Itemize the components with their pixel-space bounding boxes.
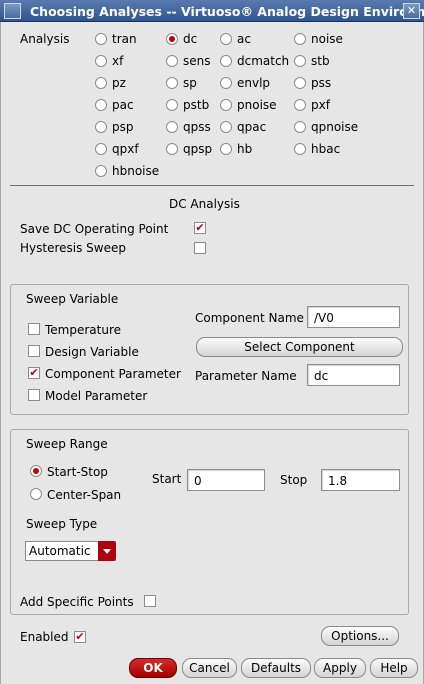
analysis-radio-pxf[interactable] bbox=[294, 99, 306, 111]
options-button[interactable]: Options... bbox=[321, 626, 399, 646]
analysis-label-noise: noise bbox=[311, 32, 343, 46]
design-variable-label: Design Variable bbox=[45, 345, 139, 359]
analysis-label-envlp: envlp bbox=[237, 76, 271, 90]
analysis-radio-pstb[interactable] bbox=[166, 99, 178, 111]
hysteresis-sweep-label: Hysteresis Sweep bbox=[20, 241, 126, 255]
enabled-label: Enabled bbox=[20, 630, 69, 644]
component-name-field[interactable]: /V0 bbox=[307, 306, 400, 328]
analysis-radio-tran[interactable] bbox=[95, 33, 107, 45]
analysis-radio-hbnoise[interactable] bbox=[95, 165, 107, 177]
hysteresis-sweep-checkbox[interactable] bbox=[194, 242, 206, 254]
enabled-checkbox[interactable]: ✔ bbox=[74, 631, 86, 643]
component-parameter-checkbox[interactable]: ✔ bbox=[28, 367, 40, 379]
analysis-radio-pnoise[interactable] bbox=[220, 99, 232, 111]
sweep-type-label: Sweep Type bbox=[26, 517, 98, 531]
analysis-label-psp: psp bbox=[112, 120, 134, 134]
dc-analysis-title: DC Analysis bbox=[169, 197, 240, 211]
temperature-label: Temperature bbox=[45, 323, 122, 337]
sweep-type-dropdown[interactable]: Automatic bbox=[25, 541, 116, 561]
save-dc-op-checkbox[interactable]: ✔ bbox=[194, 222, 206, 234]
analysis-radio-envlp[interactable] bbox=[220, 77, 232, 89]
analysis-radio-dc[interactable] bbox=[166, 33, 178, 45]
analysis-radio-stb[interactable] bbox=[294, 55, 306, 67]
separator bbox=[10, 185, 414, 186]
design-variable-checkbox[interactable] bbox=[28, 345, 40, 357]
analysis-radio-hbac[interactable] bbox=[294, 143, 306, 155]
add-specific-points-checkbox[interactable] bbox=[144, 595, 156, 607]
ok-button[interactable]: OK bbox=[129, 658, 177, 678]
analysis-radio-ac[interactable] bbox=[220, 33, 232, 45]
add-specific-points-label: Add Specific Points bbox=[20, 595, 134, 609]
window-menu-button[interactable] bbox=[4, 3, 21, 19]
analysis-label-tran: tran bbox=[112, 32, 137, 46]
temperature-checkbox[interactable] bbox=[28, 323, 40, 335]
analysis-label-pstb: pstb bbox=[183, 98, 210, 112]
analysis-radio-psp[interactable] bbox=[95, 121, 107, 133]
analysis-label-dcmatch: dcmatch bbox=[237, 54, 290, 68]
analysis-label-qpnoise: qpnoise bbox=[311, 120, 359, 134]
analysis-label-dc: dc bbox=[183, 32, 198, 46]
sweep-range-title: Sweep Range bbox=[26, 437, 108, 451]
analysis-radio-qpss[interactable] bbox=[166, 121, 178, 133]
defaults-button[interactable]: Defaults bbox=[241, 658, 311, 678]
close-button[interactable]: ✕ bbox=[403, 3, 420, 19]
analysis-label-qpss: qpss bbox=[183, 120, 211, 134]
component-name-label: Component Name bbox=[195, 311, 304, 325]
center-span-label: Center-Span bbox=[47, 488, 122, 502]
analysis-label-sp: sp bbox=[183, 76, 197, 90]
help-button[interactable]: Help bbox=[370, 658, 418, 678]
center-span-radio[interactable] bbox=[30, 488, 42, 500]
analysis-radio-qpsp[interactable] bbox=[166, 143, 178, 155]
chevron-down-icon bbox=[98, 541, 116, 561]
model-parameter-label: Model Parameter bbox=[45, 389, 148, 403]
analysis-label-pac: pac bbox=[112, 98, 134, 112]
analysis-label-pss: pss bbox=[311, 76, 332, 90]
dialog-body: Analysis tran dc ac noise xf sens dcmatch stb pz… bbox=[0, 22, 424, 684]
model-parameter-checkbox[interactable] bbox=[28, 389, 40, 401]
analysis-radio-sp[interactable] bbox=[166, 77, 178, 89]
analysis-label-ac: ac bbox=[237, 32, 251, 46]
analysis-label-qpsp: qpsp bbox=[183, 142, 213, 156]
analysis-label-hbnoise: hbnoise bbox=[112, 164, 160, 178]
analysis-label-pnoise: pnoise bbox=[237, 98, 277, 112]
analysis-radio-qpxf[interactable] bbox=[95, 143, 107, 155]
cancel-button[interactable]: Cancel bbox=[182, 658, 237, 678]
analysis-radio-pss[interactable] bbox=[294, 77, 306, 89]
title-bar: Choosing Analyses -- Virtuoso® Analog De… bbox=[0, 0, 424, 22]
analysis-radio-hb[interactable] bbox=[220, 143, 232, 155]
analysis-label-stb: stb bbox=[311, 54, 330, 68]
analysis-radio-noise[interactable] bbox=[294, 33, 306, 45]
start-stop-radio[interactable] bbox=[30, 465, 42, 477]
analysis-radio-xf[interactable] bbox=[95, 55, 107, 67]
analysis-label-xf: xf bbox=[112, 54, 124, 68]
analysis-radio-sens[interactable] bbox=[166, 55, 178, 67]
stop-label: Stop bbox=[280, 473, 308, 487]
start-stop-label: Start-Stop bbox=[47, 465, 108, 479]
analysis-label-qpac: qpac bbox=[237, 120, 267, 134]
analysis-label: Analysis bbox=[20, 32, 70, 46]
apply-button[interactable]: Apply bbox=[314, 658, 366, 678]
analysis-radio-qpnoise[interactable] bbox=[294, 121, 306, 133]
analysis-label-qpxf: qpxf bbox=[112, 142, 139, 156]
analysis-label-sens: sens bbox=[183, 54, 211, 68]
component-parameter-label: Component Parameter bbox=[45, 367, 181, 381]
sweep-type-value: Automatic bbox=[29, 544, 91, 558]
analysis-radio-dcmatch[interactable] bbox=[220, 55, 232, 67]
start-label: Start bbox=[152, 472, 182, 486]
select-component-button[interactable]: Select Component bbox=[196, 337, 403, 357]
analysis-radio-qpac[interactable] bbox=[220, 121, 232, 133]
analysis-label-hbac: hbac bbox=[311, 142, 341, 156]
sweep-variable-title: Sweep Variable bbox=[26, 292, 119, 306]
parameter-name-label: Parameter Name bbox=[195, 369, 297, 383]
window-title: Choosing Analyses -- Virtuoso® Analog De… bbox=[30, 4, 424, 19]
analysis-radio-pac[interactable] bbox=[95, 99, 107, 111]
stop-field[interactable]: 1.8 bbox=[321, 469, 400, 491]
analysis-label-pz: pz bbox=[112, 76, 126, 90]
analysis-label-hb: hb bbox=[237, 142, 253, 156]
save-dc-op-label: Save DC Operating Point bbox=[20, 222, 169, 236]
start-field[interactable]: 0 bbox=[187, 469, 265, 491]
analysis-radio-pz[interactable] bbox=[95, 77, 107, 89]
parameter-name-field[interactable]: dc bbox=[307, 364, 400, 386]
analysis-label-pxf: pxf bbox=[311, 98, 330, 112]
